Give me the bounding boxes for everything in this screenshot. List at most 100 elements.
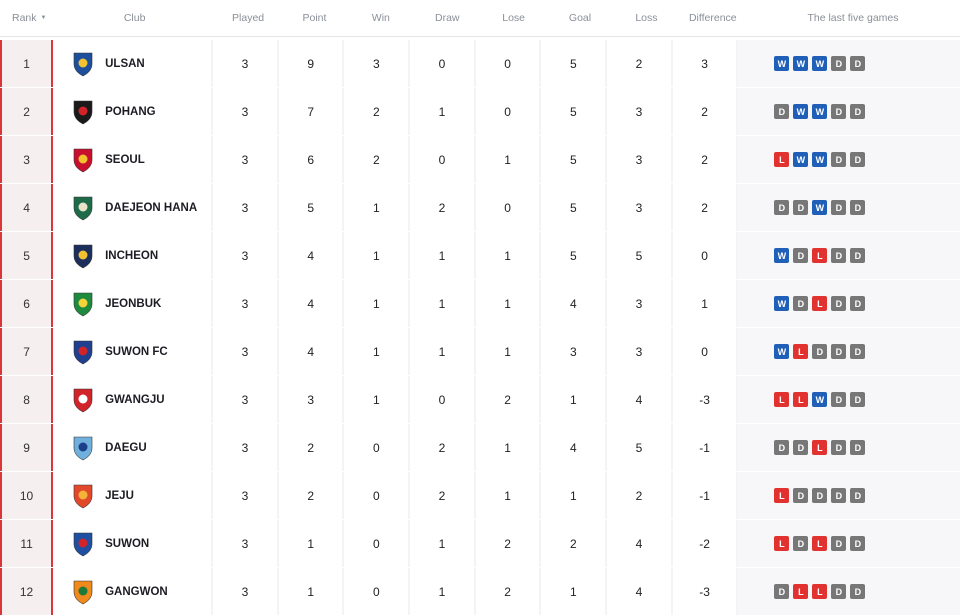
draw-badge: D [831, 584, 847, 599]
club-cell[interactable]: JEJU [53, 472, 212, 519]
header-lose[interactable]: Lose [480, 0, 546, 36]
header-rank-label: Rank [12, 12, 37, 24]
point-cell: 6 [278, 136, 343, 183]
header-loss[interactable]: Loss [613, 0, 679, 36]
draw-badge: D [850, 536, 866, 551]
club-cell[interactable]: SUWON [53, 520, 212, 567]
table-row[interactable]: 6 JEONBUK 3 4 1 1 1 4 3 1 W D L D D [0, 280, 960, 327]
point-cell: 2 [278, 424, 343, 471]
club-logo-icon [73, 52, 93, 76]
table-row[interactable]: 2 POHANG 3 7 2 1 0 5 3 2 D W W D D [0, 88, 960, 135]
header-point[interactable]: Point [281, 0, 347, 36]
table-row[interactable]: 3 SEOUL 3 6 2 0 1 5 3 2 L W W D D [0, 136, 960, 183]
club-cell[interactable]: DAEJEON HANA [53, 184, 212, 231]
lose-cell: 2 [475, 520, 540, 567]
loss-badge: L [812, 440, 828, 455]
draw-badge: D [774, 200, 790, 215]
played-cell: 3 [213, 376, 277, 423]
table-header: Rank ▼ Club Played Point Win Draw Lose G… [0, 0, 960, 37]
point-cell: 3 [278, 376, 343, 423]
club-name: SUWON FC [105, 345, 168, 358]
table-row[interactable]: 10 JEJU 3 2 0 2 1 1 2 -1 L D D D D [0, 472, 960, 519]
club-cell[interactable]: ULSAN [53, 40, 212, 87]
club-cell[interactable]: SUWON FC [53, 328, 212, 375]
goal-cell: 5 [541, 40, 606, 87]
table-row[interactable]: 7 SUWON FC 3 4 1 1 1 3 3 0 W L D D D [0, 328, 960, 375]
draw-badge: D [831, 392, 847, 407]
club-cell[interactable]: SEOUL [53, 136, 212, 183]
draw-cell: 0 [410, 376, 474, 423]
win-badge: W [774, 56, 790, 71]
loss-cell: 4 [607, 520, 671, 567]
club-logo-icon [73, 532, 93, 556]
last-five-games: DWWDD [738, 88, 960, 135]
club-name: SUWON [105, 537, 150, 550]
club-cell[interactable]: GWANGJU [53, 376, 212, 423]
point-cell: 1 [278, 520, 343, 567]
point-cell: 4 [278, 280, 343, 327]
draw-badge: D [850, 392, 866, 407]
rank-cell: 8 [0, 376, 54, 423]
played-cell: 3 [213, 136, 277, 183]
win-cell: 0 [344, 472, 409, 519]
table-row[interactable]: 4 DAEJEON HANA 3 5 1 2 0 5 3 2 D D W D D [0, 184, 960, 231]
goal-cell: 1 [541, 568, 606, 615]
lose-cell: 1 [475, 472, 540, 519]
win-badge: W [774, 296, 790, 311]
table-body: 1 ULSAN 3 9 3 0 0 5 2 3 W W W D D 2 POHANG 3 7 2 1 0 5 3 2 D W W D D 3… [0, 40, 960, 616]
win-cell: 1 [344, 280, 409, 327]
lose-cell: 2 [475, 376, 540, 423]
draw-cell: 2 [410, 424, 474, 471]
header-win[interactable]: Win [348, 0, 414, 36]
goal-cell: 5 [541, 88, 606, 135]
header-goal[interactable]: Goal [547, 0, 613, 36]
played-cell: 3 [213, 328, 277, 375]
table-row[interactable]: 1 ULSAN 3 9 3 0 0 5 2 3 W W W D D [0, 40, 960, 87]
draw-badge: D [850, 344, 866, 359]
draw-cell: 0 [410, 40, 474, 87]
draw-badge: D [831, 248, 847, 263]
club-name: SEOUL [105, 153, 145, 166]
win-badge: W [774, 344, 790, 359]
win-badge: W [812, 200, 828, 215]
loss-cell: 3 [607, 88, 671, 135]
header-draw[interactable]: Draw [414, 0, 480, 36]
draw-cell: 1 [410, 520, 474, 567]
table-row[interactable]: 9 DAEGU 3 2 0 2 1 4 5 -1 D D L D D [0, 424, 960, 471]
win-cell: 2 [344, 136, 409, 183]
rank-cell: 11 [0, 520, 54, 567]
table-row[interactable]: 5 INCHEON 3 4 1 1 1 5 5 0 W D L D D [0, 232, 960, 279]
draw-badge: D [831, 344, 847, 359]
table-row[interactable]: 11 SUWON 3 1 0 1 2 2 4 -2 L D L D D [0, 520, 960, 567]
club-name: JEJU [105, 489, 134, 502]
draw-badge: D [831, 296, 847, 311]
club-cell[interactable]: JEONBUK [53, 280, 212, 327]
table-row[interactable]: 8 GWANGJU 3 3 1 0 2 1 4 -3 L L W D D [0, 376, 960, 423]
loss-badge: L [774, 392, 790, 407]
win-badge: W [812, 104, 828, 119]
caret-down-icon: ▼ [40, 15, 47, 21]
club-cell[interactable]: GANGWON [53, 568, 212, 615]
club-logo-icon [73, 196, 93, 220]
club-logo-icon [73, 340, 93, 364]
club-logo-icon [73, 436, 93, 460]
header-rank[interactable]: Rank ▼ [0, 0, 54, 36]
header-difference[interactable]: Difference [680, 0, 746, 36]
difference-cell: 2 [672, 136, 737, 183]
difference-cell: 0 [672, 328, 737, 375]
table-row[interactable]: 12 GANGWON 3 1 0 1 2 1 4 -3 D L L D D [0, 568, 960, 615]
last-five-games: WDLDD [738, 280, 960, 327]
club-cell[interactable]: DAEGU [53, 424, 212, 471]
win-badge: W [812, 392, 828, 407]
club-cell[interactable]: POHANG [53, 88, 212, 135]
club-name: INCHEON [105, 249, 159, 262]
played-cell: 3 [213, 568, 277, 615]
draw-badge: D [850, 104, 866, 119]
club-logo-icon [73, 244, 93, 268]
loss-badge: L [812, 536, 828, 551]
difference-cell: -3 [672, 376, 737, 423]
draw-badge: D [850, 584, 866, 599]
header-played[interactable]: Played [215, 0, 281, 36]
club-cell[interactable]: INCHEON [53, 232, 212, 279]
header-club[interactable]: Club [54, 0, 214, 36]
